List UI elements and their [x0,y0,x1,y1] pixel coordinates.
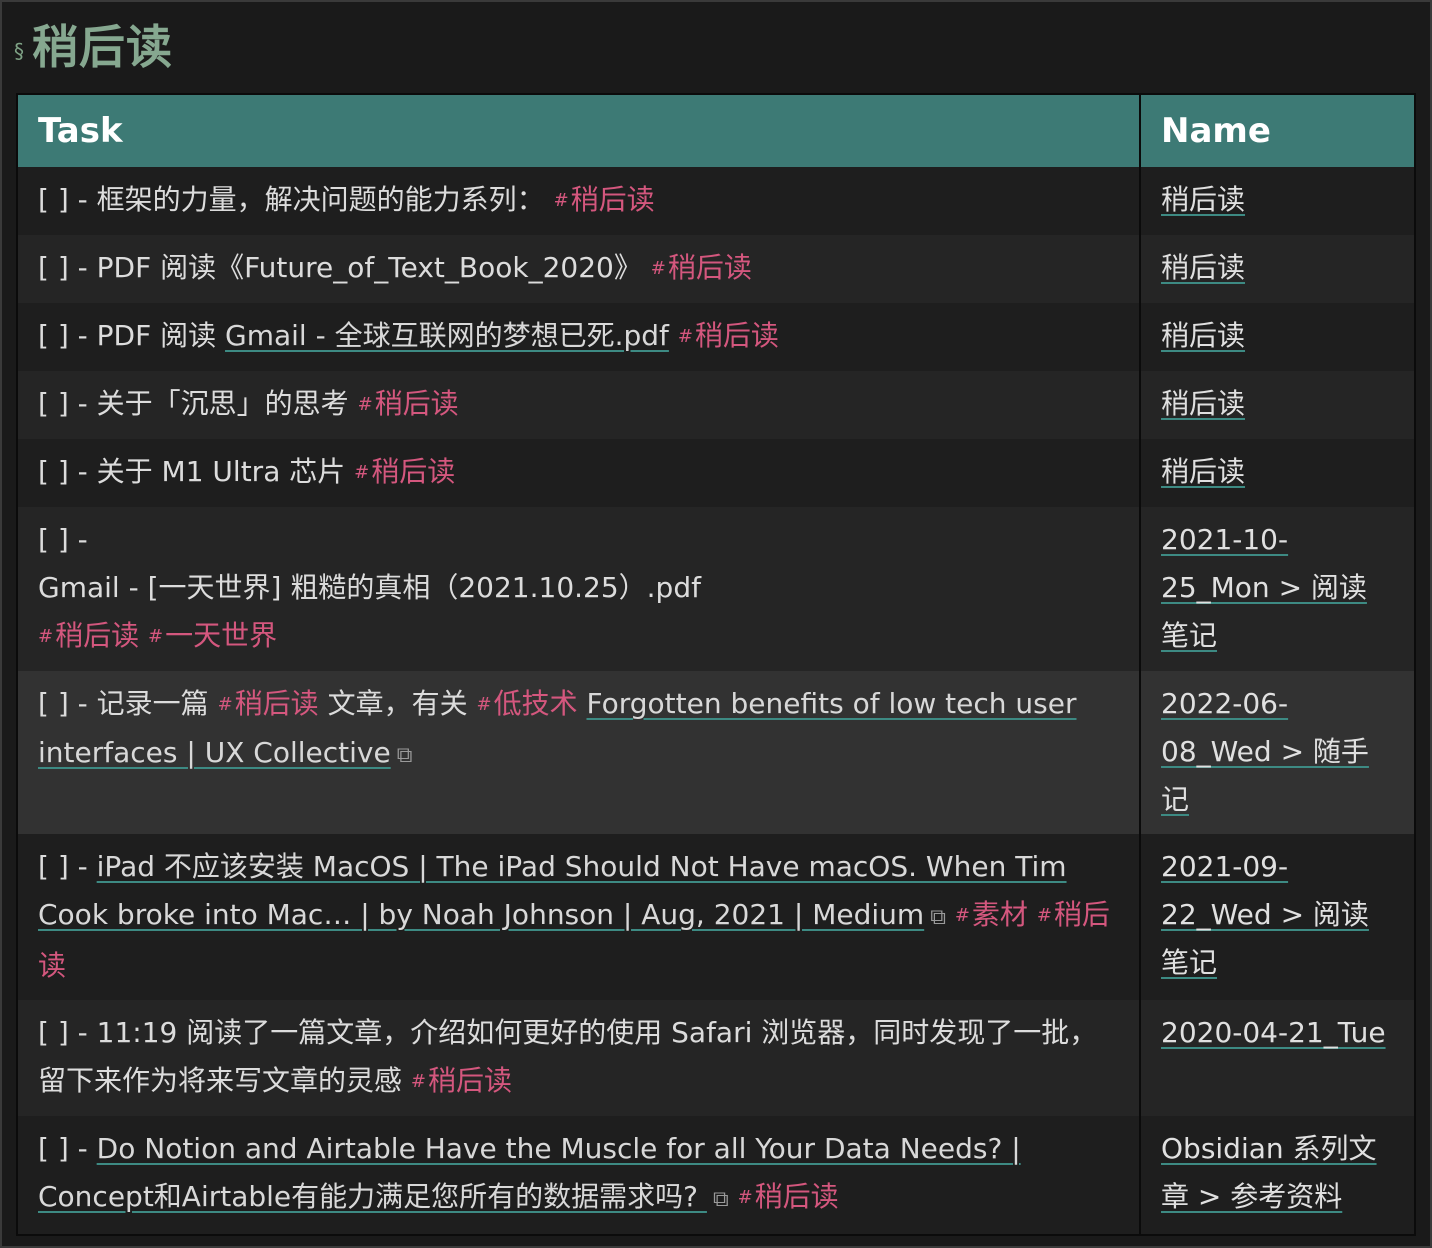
task-cell: [ ] - 关于 M1 Ultra 芯片 #稍后读 [17,439,1141,507]
table-row: [ ] - 关于「沉思」的思考 #稍后读 稍后读 [17,371,1415,439]
tag-link[interactable]: #稍后读 [218,687,319,720]
tag-link[interactable]: #稍后读 [411,1064,512,1097]
tag-link[interactable]: #低技术 [476,687,577,720]
tag-hash-icon: # [476,694,492,715]
tag-hash-icon: # [357,394,373,415]
task-cell: [ ] - 关于「沉思」的思考 #稍后读 [17,371,1141,439]
task-text: [ ] - 11:19 阅读了一篇文章，介绍如何更好的使用 Safari 浏览器… [38,1016,1098,1097]
tag-hash-icon: # [148,626,164,647]
table-row: [ ] - Gmail - [一天世界] 粗糙的真相（2021.10.25）.p… [17,507,1415,671]
name-cell: 稍后读 [1140,439,1415,507]
column-header-task[interactable]: Task [17,94,1141,167]
task-text: [ ] - 关于 M1 Ultra 芯片 [38,455,355,488]
task-text: [ ] - [38,1132,97,1165]
note-link[interactable]: 2022-06-08_Wed > 随手记 [1161,687,1369,816]
name-cell: 2021-09-22_Wed > 阅读笔记 [1140,834,1415,1000]
section-heading: § 稍后读 [14,14,173,74]
note-link[interactable]: 稍后读 [1161,251,1245,284]
name-cell: 2021-10-25_Mon > 阅读笔记 [1140,507,1415,671]
name-cell: Obsidian 系列文章 > 参考资料 [1140,1116,1415,1235]
tag-link[interactable]: #一天世界 [148,619,277,652]
task-cell: [ ] - 记录一篇 #稍后读 文章，有关 #低技术 Forgotten ben… [17,671,1141,834]
note-link[interactable]: 2021-09-22_Wed > 阅读笔记 [1161,850,1369,979]
tag-link[interactable]: #稍后读 [38,619,139,652]
name-cell: 2020-04-21_Tue [1140,1000,1415,1116]
tag-hash-icon: # [38,626,54,647]
tag-hash-icon: # [217,694,233,715]
task-cell: [ ] - Gmail - [一天世界] 粗糙的真相（2021.10.25）.p… [17,507,1141,671]
note-link[interactable]: Obsidian 系列文章 > 参考资料 [1161,1132,1377,1213]
tasks-table: Task Name [ ] - 框架的力量，解决问题的能力系列： #稍后读 稍后… [16,93,1416,1236]
task-cell: [ ] - 框架的力量，解决问题的能力系列： #稍后读 [17,167,1141,235]
task-text: [ ] - 框架的力量，解决问题的能力系列： [38,183,554,216]
table-row: [ ] - Do Notion and Airtable Have the Mu… [17,1116,1415,1235]
table-row: [ ] - 记录一篇 #稍后读 文章，有关 #低技术 Forgotten ben… [17,671,1415,834]
external-link-icon: ⧉ [930,905,946,930]
tag-hash-icon: # [410,1071,426,1092]
tag-hash-icon: # [650,258,666,279]
task-text: [ ] - [38,850,97,883]
name-cell: 稍后读 [1140,303,1415,371]
section-title: 稍后读 [32,20,173,74]
note-link[interactable]: 2021-10-25_Mon > 阅读笔记 [1161,523,1367,652]
tag-link[interactable]: #稍后读 [358,387,459,420]
task-text: [ ] - 关于「沉思」的思考 [38,387,358,420]
external-link-icon: ⧉ [712,1187,729,1212]
table-row: [ ] - PDF 阅读 Gmail - 全球互联网的梦想已死.pdf #稍后读… [17,303,1415,371]
tag-link[interactable]: #素材 [955,898,1028,931]
tag-hash-icon: # [1036,905,1052,926]
note-link[interactable]: 稍后读 [1161,183,1245,216]
column-header-name[interactable]: Name [1140,94,1415,167]
external-link[interactable]: Do Notion and Airtable Have the Muscle f… [38,1132,1021,1213]
table-row: [ ] - PDF 阅读《Future_of_Text_Book_2020》 #… [17,235,1415,303]
internal-link[interactable]: Gmail - 全球互联网的梦想已死.pdf [225,319,669,352]
name-cell: 稍后读 [1140,167,1415,235]
task-cell: [ ] - Do Notion and Airtable Have the Mu… [17,1116,1141,1235]
tag-link[interactable]: #稍后读 [738,1180,839,1213]
note-link[interactable]: 2020-04-21_Tue [1161,1016,1386,1049]
table-header-row: Task Name [17,94,1415,167]
task-cell: [ ] - 11:19 阅读了一篇文章，介绍如何更好的使用 Safari 浏览器… [17,1000,1141,1116]
tag-link[interactable]: #稍后读 [554,183,655,216]
task-cell: [ ] - iPad 不应该安装 MacOS | The iPad Should… [17,834,1141,1000]
external-link[interactable]: iPad 不应该安装 MacOS | The iPad Should Not H… [38,850,1067,931]
note-link[interactable]: 稍后读 [1161,319,1245,352]
task-text: [ ] - PDF 阅读《Future_of_Text_Book_2020》 [38,251,651,284]
tag-hash-icon: # [954,905,970,926]
note-link[interactable]: 稍后读 [1161,455,1245,488]
tag-hash-icon: # [677,326,693,347]
name-cell: 稍后读 [1140,235,1415,303]
table-row: [ ] - iPad 不应该安装 MacOS | The iPad Should… [17,834,1415,1000]
task-text-line: Gmail - [一天世界] 粗糙的真相（2021.10.25）.pdf [38,571,701,604]
tag-link[interactable]: #稍后读 [651,251,752,284]
task-text: [ ] - [38,523,88,556]
table-row: [ ] - 关于 M1 Ultra 芯片 #稍后读 稍后读 [17,439,1415,507]
tag-hash-icon: # [553,190,569,211]
tag-hash-icon: # [354,462,370,483]
task-text: [ ] - 记录一篇 [38,687,218,720]
tag-link[interactable]: #稍后读 [354,455,455,488]
external-link-icon: ⧉ [396,743,413,768]
note-link[interactable]: 稍后读 [1161,387,1245,420]
task-cell: [ ] - PDF 阅读 Gmail - 全球互联网的梦想已死.pdf #稍后读 [17,303,1141,371]
table-row: [ ] - 框架的力量，解决问题的能力系列： #稍后读 稍后读 [17,167,1415,235]
name-cell: 2022-06-08_Wed > 随手记 [1140,671,1415,834]
name-cell: 稍后读 [1140,371,1415,439]
task-text: [ ] - PDF 阅读 [38,319,226,352]
table-row: [ ] - 11:19 阅读了一篇文章，介绍如何更好的使用 Safari 浏览器… [17,1000,1415,1116]
tag-link[interactable]: #稍后读 [678,319,779,352]
tag-hash-icon: # [737,1187,753,1208]
task-text: 文章，有关 [318,687,477,720]
task-cell: [ ] - PDF 阅读《Future_of_Text_Book_2020》 #… [17,235,1141,303]
section-anchor-icon[interactable]: § [14,39,24,63]
